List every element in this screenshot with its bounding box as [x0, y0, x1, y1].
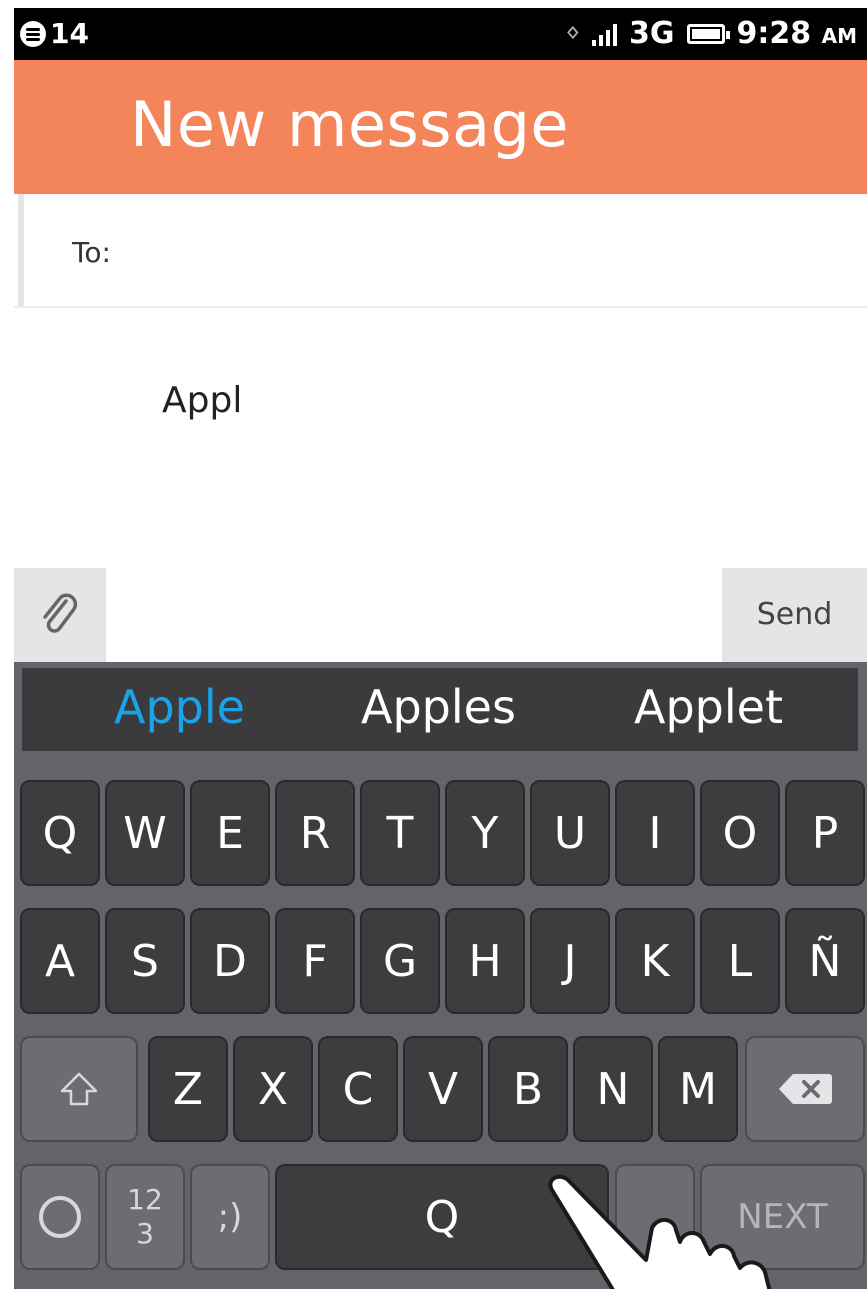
key-l[interactable]: L	[700, 908, 780, 1014]
key-z[interactable]: Z	[148, 1036, 228, 1142]
suggestion-applet[interactable]: Applet	[634, 680, 783, 734]
status-bar: 14 ᛜ 3G 9:28 AM	[14, 8, 867, 60]
key-p[interactable]: P	[785, 780, 865, 886]
key-o[interactable]: O	[700, 780, 780, 886]
network-type: 3G	[629, 16, 675, 51]
key-h[interactable]: H	[445, 908, 525, 1014]
numbers-key[interactable]: 12 3	[105, 1164, 185, 1270]
key-y[interactable]: Y	[445, 780, 525, 886]
message-text: Appl	[162, 380, 243, 421]
key-j[interactable]: J	[530, 908, 610, 1014]
notification-indicator[interactable]: 14	[20, 17, 89, 50]
key-r[interactable]: R	[275, 780, 355, 886]
key-n-tilde[interactable]: Ñ	[785, 908, 865, 1014]
suggestion-apple[interactable]: Apple	[114, 680, 245, 734]
key-e[interactable]: E	[190, 780, 270, 886]
screen: 14 ᛜ 3G 9:28 AM New message To: Appl Sen…	[14, 8, 867, 1289]
suggestion-apples[interactable]: Apples	[361, 680, 516, 734]
key-g[interactable]: G	[360, 908, 440, 1014]
notification-count: 14	[50, 17, 89, 50]
pointing-hand-icon	[548, 1174, 772, 1289]
app-header: New message	[14, 60, 867, 194]
key-i[interactable]: I	[615, 780, 695, 886]
key-b[interactable]: B	[488, 1036, 568, 1142]
key-n[interactable]: N	[573, 1036, 653, 1142]
key-q[interactable]: Q	[20, 780, 100, 886]
attach-button[interactable]	[14, 568, 106, 662]
clock-time: 9:28	[736, 16, 812, 51]
shift-key[interactable]	[20, 1036, 138, 1142]
notification-icon	[20, 20, 46, 47]
circle-icon	[39, 1196, 81, 1238]
backspace-icon	[779, 1074, 832, 1104]
page-title: New message	[130, 88, 570, 161]
clock-ampm: AM	[821, 24, 857, 48]
key-m[interactable]: M	[658, 1036, 738, 1142]
home-key[interactable]	[20, 1164, 100, 1270]
key-v[interactable]: V	[403, 1036, 483, 1142]
recipient-field[interactable]: To:	[18, 194, 867, 306]
key-w[interactable]: W	[105, 780, 185, 886]
key-t[interactable]: T	[360, 780, 440, 886]
suggestion-bar: Apple Apples Applet	[22, 668, 858, 751]
paperclip-icon	[43, 593, 78, 633]
numbers-key-bottom: 3	[136, 1217, 154, 1250]
message-input[interactable]: Appl	[20, 308, 867, 568]
key-x[interactable]: X	[233, 1036, 313, 1142]
key-c[interactable]: C	[318, 1036, 398, 1142]
key-s[interactable]: S	[105, 908, 185, 1014]
numbers-key-top: 12	[127, 1183, 163, 1217]
key-a[interactable]: A	[20, 908, 100, 1014]
key-d[interactable]: D	[190, 908, 270, 1014]
backspace-key[interactable]	[745, 1036, 865, 1142]
send-button[interactable]: Send	[722, 568, 867, 662]
bluetooth-icon: ᛜ	[565, 19, 581, 48]
key-u[interactable]: U	[530, 780, 610, 886]
key-f[interactable]: F	[275, 908, 355, 1014]
signal-icon	[592, 22, 618, 46]
key-k[interactable]: K	[615, 908, 695, 1014]
to-label: To:	[72, 236, 111, 269]
emoji-key[interactable]: ;)	[190, 1164, 270, 1270]
shift-icon	[60, 1072, 98, 1106]
battery-icon	[686, 23, 730, 44]
